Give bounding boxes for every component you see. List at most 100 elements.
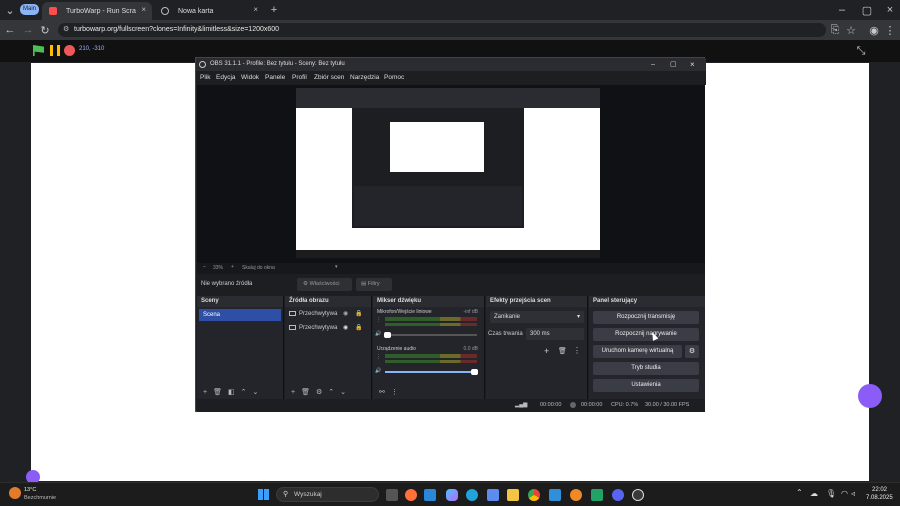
studio-mode-button[interactable]: Tryb studia	[593, 362, 699, 375]
menu-edit[interactable]: Edycja	[216, 74, 236, 81]
firefox-icon[interactable]	[405, 489, 417, 501]
trash-icon[interactable]: 🗑	[301, 388, 310, 396]
reload-icon[interactable]: ↻	[39, 24, 51, 37]
start-virtual-camera-button[interactable]: Uruchom kamerę wirtualną	[593, 345, 682, 358]
new-tab-icon[interactable]: +	[268, 4, 280, 16]
eye-icon[interactable]: ◉	[343, 321, 348, 335]
arrow-up-icon[interactable]: ⌃	[328, 388, 334, 396]
search-box[interactable]: ⚲ Wyszukaj	[276, 487, 379, 502]
obs-preview[interactable]	[197, 85, 705, 263]
menu-dots-icon[interactable]: ⋮	[391, 388, 398, 396]
tab-turbowarp[interactable]: TurboWarp - Run Scratch proj... ×	[42, 2, 152, 20]
profile-badge[interactable]: Main	[20, 4, 39, 15]
copilot-icon[interactable]	[446, 489, 458, 501]
minimize-icon[interactable]: –	[836, 4, 848, 16]
transition-select[interactable]: Zanikanie ▾	[490, 311, 584, 323]
wifi-icon[interactable]: ◠	[841, 489, 848, 498]
maximize-icon[interactable]: ▢	[861, 4, 873, 17]
virtual-camera-settings-button[interactable]: ⚙	[685, 345, 699, 358]
trash-icon[interactable]: 🗑	[213, 388, 222, 396]
tab-search-icon[interactable]: ⌄	[4, 4, 16, 17]
tab-new[interactable]: Nowa karta ×	[154, 2, 264, 20]
source-item[interactable]: Przechwytywa ◉ 🔒	[285, 321, 371, 335]
close-icon[interactable]: ×	[690, 58, 695, 71]
zoom-mode[interactable]: Skaluj do okna	[242, 265, 275, 271]
volume-icon[interactable]: ◃	[851, 489, 855, 498]
menu-profile[interactable]: Profil	[292, 74, 307, 81]
speaker-icon[interactable]: 🔊	[375, 368, 381, 374]
back-icon[interactable]: ←	[4, 24, 16, 36]
menu-tools[interactable]: Narzędzia	[350, 74, 379, 81]
weather-icon[interactable]	[9, 487, 21, 499]
store-icon[interactable]	[424, 489, 436, 501]
menu-file[interactable]: Plik	[200, 74, 210, 81]
clock-date[interactable]: 7.08.2025	[866, 495, 893, 501]
filters-button[interactable]: ▤ Filtry	[356, 278, 392, 291]
exit-fullscreen-icon[interactable]: ⤡	[855, 45, 867, 57]
pause-icon[interactable]	[50, 45, 60, 56]
volume-slider-handle[interactable]	[471, 369, 478, 375]
file-explorer-icon[interactable]	[507, 489, 519, 501]
source-item[interactable]: Przechwytywa ◉ 🔒	[285, 307, 371, 321]
forward-icon[interactable]: →	[22, 24, 34, 36]
stop-icon[interactable]	[64, 45, 75, 56]
lock-icon[interactable]: 🔒	[355, 321, 362, 335]
vscode-icon[interactable]	[549, 489, 561, 501]
excel-icon[interactable]	[591, 489, 603, 501]
menu-help[interactable]: Pomoc	[384, 74, 404, 81]
arrow-up-icon[interactable]: ⌃	[241, 388, 247, 396]
chevron-up-icon[interactable]: ⌃	[796, 488, 803, 497]
settings-button[interactable]: Ustawienia	[593, 379, 699, 392]
install-app-icon[interactable]: ⎘	[829, 24, 841, 36]
menu-dots-icon[interactable]: ⋮	[573, 346, 581, 355]
add-icon[interactable]: +	[544, 346, 549, 356]
bookmark-star-icon[interactable]: ☆	[845, 24, 857, 37]
lock-icon[interactable]: 🔒	[355, 307, 362, 321]
task-view-icon[interactable]	[386, 489, 398, 501]
volume-slider[interactable]	[385, 369, 478, 375]
clock-time[interactable]: 22:02	[872, 487, 887, 493]
chevron-down-icon[interactable]: ▾	[335, 264, 338, 270]
start-recording-button[interactable]: Rozpocznij nagrywanie	[593, 328, 699, 341]
address-bar[interactable]: ⚙ turbowarp.org/fullscreen?clones=Infini…	[58, 23, 826, 37]
close-window-icon[interactable]: ×	[884, 4, 896, 16]
menu-docks[interactable]: Panele	[265, 74, 285, 81]
scene-item[interactable]: Scena	[199, 309, 281, 321]
green-flag-icon[interactable]	[33, 45, 44, 56]
start-streaming-button[interactable]: Rozpocznij transmisję	[593, 311, 699, 324]
close-icon[interactable]: ×	[141, 5, 146, 14]
arrow-down-icon[interactable]: ⌄	[340, 388, 346, 396]
minimize-icon[interactable]: –	[651, 58, 655, 71]
close-icon[interactable]: ×	[253, 5, 258, 14]
obs-taskbar-icon[interactable]	[632, 489, 644, 501]
menu-scene-collection[interactable]: Zbiór scen	[314, 74, 344, 81]
zoom-in-icon[interactable]: +	[231, 264, 234, 270]
chrome-icon[interactable]	[528, 489, 540, 501]
channel-menu-icon[interactable]: ⋮	[376, 354, 381, 360]
filter-icon[interactable]: ◧	[228, 388, 235, 396]
blender-icon[interactable]	[570, 489, 582, 501]
microphone-icon[interactable]: 🎙	[826, 489, 836, 498]
edge-icon[interactable]	[466, 489, 478, 501]
zoom-out-icon[interactable]: –	[203, 264, 206, 270]
link-icon[interactable]: ⚯	[379, 388, 385, 396]
duration-spinbox[interactable]: 300 ms	[526, 328, 584, 340]
profile-icon[interactable]: ◉	[868, 24, 880, 37]
add-icon[interactable]: +	[291, 389, 295, 396]
speaker-icon[interactable]: 🔊	[375, 331, 381, 337]
site-info-icon[interactable]: ⚙	[63, 23, 69, 37]
windows-start-icon[interactable]	[258, 489, 269, 500]
menu-view[interactable]: Widok	[241, 74, 259, 81]
menu-icon[interactable]: ⋮	[884, 24, 896, 37]
volume-slider[interactable]	[384, 332, 477, 338]
app-icon[interactable]	[487, 489, 499, 501]
eye-icon[interactable]: ◉	[343, 307, 348, 321]
volume-slider-handle[interactable]	[384, 332, 391, 338]
cloud-icon[interactable]: ☁	[810, 489, 818, 498]
gear-icon[interactable]: ⚙	[316, 388, 322, 396]
maximize-icon[interactable]: ▢	[670, 58, 677, 71]
properties-button[interactable]: ⚙ Właściwości	[297, 278, 352, 291]
trash-icon[interactable]: 🗑	[558, 347, 567, 355]
discord-icon[interactable]	[612, 489, 624, 501]
add-icon[interactable]: +	[203, 389, 207, 396]
